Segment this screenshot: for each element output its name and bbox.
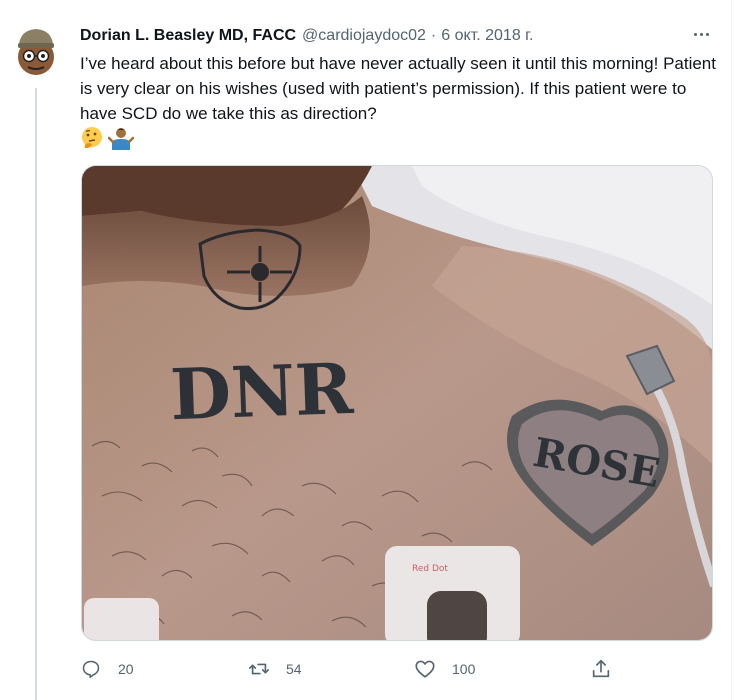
reply-count: 20 [118, 661, 134, 677]
reply-icon [80, 658, 102, 680]
tweet-photo[interactable]: DNR ROSE Red Dot [81, 165, 713, 641]
retweet-count: 54 [286, 661, 302, 677]
like-button[interactable]: 100 [414, 654, 475, 684]
avatar[interactable] [13, 24, 59, 76]
separator-dot: · [430, 27, 437, 44]
avatar-emoji-icon [18, 29, 54, 75]
share-button[interactable] [590, 654, 612, 684]
photo-image: DNR ROSE Red Dot [82, 166, 712, 640]
dnr-tattoo: DNR [169, 347, 355, 436]
tweet-header: Dorian L. Beasley MD, FACC @cardiojaydoc… [80, 25, 533, 47]
retweet-icon [248, 658, 270, 680]
electrode-label: Red Dot [412, 564, 448, 574]
tweet-text: I’ve heard about this before but have ne… [80, 54, 716, 123]
author-name[interactable]: Dorian L. Beasley MD, FACC [80, 27, 296, 45]
reply-button[interactable]: 20 [80, 654, 134, 684]
thread-connector-line [35, 88, 37, 700]
like-icon [414, 658, 436, 680]
more-options-button[interactable] [689, 24, 713, 44]
action-bar: 20 54 100 [0, 654, 755, 684]
more-icon [693, 32, 697, 36]
retweet-button[interactable]: 54 [248, 654, 302, 684]
tweet-emojis [80, 126, 134, 152]
timeline-border [731, 0, 732, 700]
thinking-face-emoji-icon [82, 127, 102, 148]
author-handle[interactable]: @cardiojaydoc02 [302, 27, 426, 45]
like-count: 100 [452, 661, 476, 677]
tweet-date[interactable]: 6 окт. 2018 г. [441, 27, 533, 45]
person-shrugging-emoji-icon [108, 128, 134, 150]
share-icon [590, 658, 612, 680]
